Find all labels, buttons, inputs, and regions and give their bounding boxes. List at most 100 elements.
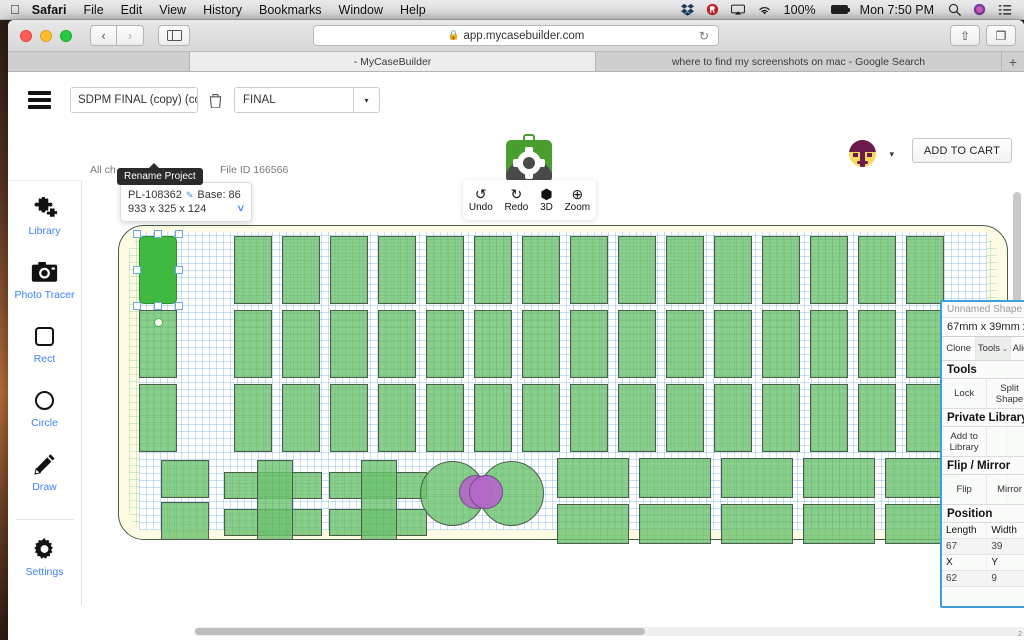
align-menu-button[interactable]: Align ⌄	[1011, 337, 1024, 360]
shape-rect[interactable]	[762, 236, 800, 304]
sidebar-item-settings[interactable]: Settings	[8, 536, 81, 578]
handle-sw[interactable]	[133, 302, 141, 310]
zoom-button[interactable]: ⊕ Zoom	[565, 187, 591, 213]
menu-file[interactable]: File	[84, 3, 104, 17]
shape-rect[interactable]	[522, 384, 560, 452]
menu-edit[interactable]: Edit	[121, 3, 143, 17]
shape-rect[interactable]	[282, 236, 320, 304]
shape-rect-wide[interactable]	[557, 504, 629, 544]
airplay-icon[interactable]	[730, 4, 745, 16]
lock-button[interactable]: Lock	[942, 379, 988, 408]
menu-view[interactable]: View	[159, 3, 186, 17]
menu-history[interactable]: History	[203, 3, 242, 17]
apple-icon[interactable]: 	[10, 3, 20, 16]
view-3d-button[interactable]: ⬢ 3D	[540, 187, 553, 213]
base-info-card[interactable]: PL-108362 ✎ Base: 86 933 x 325 x 124 ˅	[120, 182, 252, 222]
rotation-handle[interactable]	[154, 318, 163, 327]
version-select[interactable]: FINAL	[234, 87, 354, 113]
horizontal-scrollbar-thumb[interactable]	[195, 628, 645, 635]
wifi-icon[interactable]	[757, 4, 772, 16]
shape-rect[interactable]	[570, 236, 608, 304]
shape-rect[interactable]	[762, 384, 800, 452]
chevron-down-icon[interactable]: ˅	[238, 202, 244, 216]
shape-rect[interactable]	[570, 384, 608, 452]
shape-rect[interactable]	[522, 236, 560, 304]
sidebar-item-rect[interactable]: Rect	[8, 323, 81, 365]
shape-rect[interactable]	[282, 310, 320, 378]
shape-circle-accent[interactable]	[469, 475, 503, 509]
shape-rect[interactable]	[570, 310, 608, 378]
sidebar-item-photo-tracer[interactable]: Photo Tracer	[8, 259, 81, 301]
close-window-button[interactable]	[20, 29, 32, 42]
handle-e[interactable]	[175, 266, 183, 274]
handle-nw[interactable]	[133, 230, 141, 238]
shape-rect[interactable]	[714, 236, 752, 304]
shape-rect[interactable]	[666, 236, 704, 304]
shape-rect[interactable]	[378, 236, 416, 304]
shape-rect[interactable]	[474, 236, 512, 304]
tab-mycasebuilder[interactable]: - MyCaseBuilder	[190, 52, 596, 71]
tools-menu-button[interactable]: Tools ⌄	[976, 337, 1011, 360]
version-select-caret[interactable]: ▾	[354, 87, 380, 113]
shape-rect[interactable]	[330, 236, 368, 304]
split-shape-button[interactable]: Split Shape	[987, 379, 1024, 408]
show-sidebar-button[interactable]	[158, 25, 190, 46]
dropbox-icon[interactable]	[680, 3, 694, 16]
notification-center-icon[interactable]	[998, 4, 1012, 16]
handle-se[interactable]	[175, 302, 183, 310]
shape-rect[interactable]	[426, 384, 464, 452]
menu-bookmarks[interactable]: Bookmarks	[259, 3, 322, 17]
new-tab-button[interactable]: +	[1002, 52, 1024, 71]
sidebar-item-circle[interactable]: Circle	[8, 387, 81, 429]
shape-rect[interactable]	[234, 310, 272, 378]
minimize-window-button[interactable]	[40, 29, 52, 42]
record-icon[interactable]	[706, 3, 719, 16]
add-to-cart-button[interactable]: ADD TO CART	[911, 138, 1012, 163]
shape-rect-wide[interactable]	[557, 458, 629, 498]
handle-n[interactable]	[154, 230, 162, 238]
trash-icon[interactable]	[202, 93, 228, 108]
x-input[interactable]: 62	[942, 571, 988, 586]
shape-rect-wide[interactable]	[639, 458, 711, 498]
selection-handles[interactable]	[133, 230, 183, 310]
shape-rect[interactable]	[858, 384, 896, 452]
shape-rect[interactable]	[378, 384, 416, 452]
shape-rect[interactable]	[139, 384, 177, 452]
siri-icon[interactable]	[973, 3, 986, 16]
reload-icon[interactable]: ↻	[699, 29, 709, 43]
shape-rect-wide[interactable]	[803, 458, 875, 498]
forward-button[interactable]: ›	[117, 25, 144, 46]
shape-rect[interactable]	[282, 384, 320, 452]
design-canvas[interactable]: Unnamed Shape 67mm x 39mm x 30mm Clone T…	[82, 180, 1024, 640]
shape-rect[interactable]	[378, 310, 416, 378]
shape-cross-stem[interactable]	[361, 460, 397, 540]
shape-rect[interactable]	[618, 236, 656, 304]
flip-button[interactable]: Flip	[942, 475, 988, 504]
shape-rect[interactable]	[234, 384, 272, 452]
shape-square[interactable]	[161, 502, 209, 540]
shape-cross-stem[interactable]	[257, 460, 293, 540]
shape-rect[interactable]	[858, 236, 896, 304]
window-controls[interactable]	[20, 29, 72, 42]
shape-rect[interactable]	[810, 236, 848, 304]
shape-rect[interactable]	[666, 384, 704, 452]
project-name-input[interactable]: SDPM FINAL (copy) (cop	[70, 87, 198, 113]
shape-rect[interactable]	[714, 310, 752, 378]
shape-rect[interactable]	[666, 310, 704, 378]
shape-rect[interactable]	[906, 384, 944, 452]
shape-rect[interactable]	[522, 310, 560, 378]
clone-button[interactable]: Clone	[942, 337, 977, 360]
hamburger-menu-icon[interactable]	[8, 91, 70, 109]
y-input[interactable]: 9	[987, 571, 1024, 586]
sidebar-item-library[interactable]: Library	[8, 195, 81, 237]
shape-rect[interactable]	[474, 384, 512, 452]
redo-button[interactable]: ↻ Redo	[504, 187, 528, 213]
handle-s[interactable]	[154, 302, 162, 310]
undo-button[interactable]: ↺ Undo	[469, 187, 493, 213]
mirror-button[interactable]: Mirror	[987, 475, 1024, 504]
share-icon[interactable]: ⇧	[950, 25, 980, 46]
shape-rect[interactable]	[426, 310, 464, 378]
shape-rect[interactable]	[234, 236, 272, 304]
shape-rect-wide[interactable]	[639, 504, 711, 544]
shape-rect[interactable]	[810, 310, 848, 378]
